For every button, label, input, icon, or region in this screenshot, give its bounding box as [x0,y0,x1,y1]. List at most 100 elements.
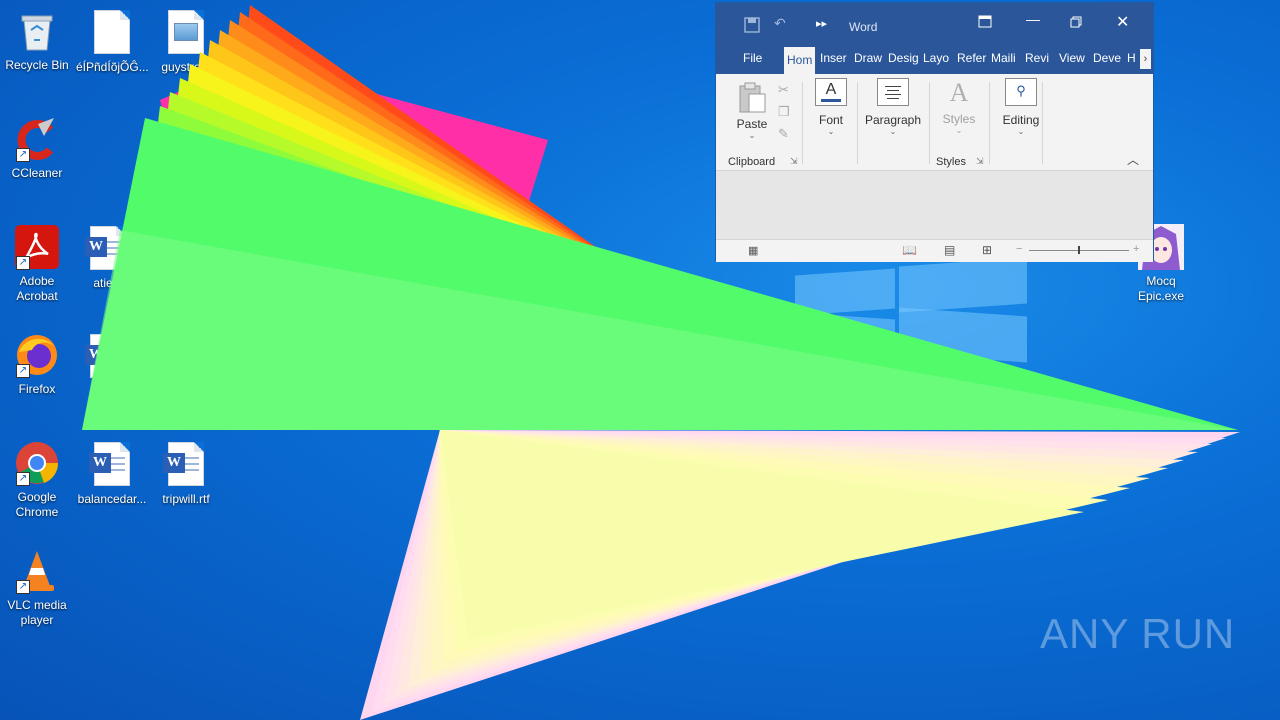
web-layout-icon[interactable]: ⊞ [982,243,992,257]
desktop-icon-word-doc[interactable]: W tripwill.rtf [150,440,222,507]
tab-home[interactable]: Hom [784,47,816,74]
search-icon: ⚲ [1005,78,1037,106]
desktop-icon-chrome[interactable]: ↗ Google Chrome [1,440,73,520]
clipboard-group-label: Clipboard [728,156,776,168]
desktop-icon-recycle-bin[interactable]: Recycle Bin [1,8,73,73]
ribbon-tabs: File Hom Inser Draw Desig Layo Refer Mai… [716,44,1153,74]
save-icon[interactable] [744,17,760,36]
tab-layout[interactable]: Layo [923,51,949,65]
desktop-icon-label: Mocq Epic.exe [1137,274,1185,303]
window-title: Word [849,20,878,34]
firefox-icon: ↗ [14,332,60,378]
zoom-slider-thumb[interactable] [1078,246,1080,254]
image-file-icon [163,10,209,56]
paste-icon [739,82,766,113]
desktop-icon-label: tripwill.rtf [162,492,210,506]
tab-help[interactable]: H [1127,51,1136,65]
desktop-icon-word-doc[interactable]: W au... [72,332,144,399]
close-button[interactable]: ✕ [1116,12,1129,32]
tab-references[interactable]: Refer [957,51,986,65]
zoom-slider[interactable] [1029,246,1129,254]
word-doc-icon: W [89,442,135,488]
paragraph-button[interactable]: Paragraph ⌄ [862,78,924,136]
tab-design[interactable]: Desig [888,51,919,65]
undo-icon[interactable]: ↶ [774,15,786,32]
word-doc-icon: W [85,334,131,380]
tab-insert[interactable]: Inser [820,51,847,65]
minimize-button[interactable]: — [1026,11,1040,27]
editing-label: Editing [1002,113,1040,127]
styles-button[interactable]: A Styles ⌄ [936,78,982,135]
ribbon-display-options-icon[interactable] [978,15,992,32]
status-bar: ▦ 📖 ▤ ⊞ − + [716,239,1153,262]
desktop-icon-label: CCleaner [11,166,63,180]
chrome-icon: ↗ [14,440,60,486]
cut-icon[interactable]: ✂ [778,82,789,98]
document-area[interactable] [716,171,1153,239]
zoom-out-icon[interactable]: − [1016,243,1022,255]
restore-button[interactable] [1070,15,1082,31]
tab-review[interactable]: Revi [1025,51,1049,65]
customize-toolbar-icon[interactable]: ▸▸ [816,17,827,30]
magenta-shard [160,60,548,260]
scroll-tabs-right-icon[interactable]: › [1140,49,1151,69]
editing-button[interactable]: ⚲ Editing ⌄ [994,78,1048,136]
paragraph-label: Paragraph [864,113,922,127]
desktop-icon-word-doc[interactable]: W balancedar... [76,440,148,507]
tab-view[interactable]: View [1059,51,1085,65]
tab-mailings[interactable]: Maili [991,51,1016,65]
group-divider [1042,82,1043,164]
group-divider [989,82,990,164]
anyrun-watermark: ANY RUN [1040,610,1236,657]
desktop-icon-acrobat[interactable]: ↗ Adobe Acrobat [1,224,73,304]
zoom-in-icon[interactable]: + [1133,243,1139,255]
paragraph-align-icon [877,78,909,106]
word-titlebar[interactable]: ↶ ▸▸ Word — ✕ [716,3,1153,44]
desktop-icon-label: Firefox [18,382,56,396]
desktop-icon-label: guystre... [161,60,211,74]
desktop-icon-label: Google Chrome [15,490,59,519]
chevron-down-icon: ⌄ [889,127,897,136]
font-button[interactable]: A Font ⌄ [808,78,854,136]
styles-group-label: Styles [936,156,966,168]
desktop-icon-firefox[interactable]: ↗ Firefox [1,332,73,397]
font-label: Font [818,113,843,127]
file-icon [89,10,135,56]
desktop-icon-image-file[interactable]: guystre... [150,8,222,75]
format-painter-icon[interactable]: ✎ [778,126,789,142]
tab-draw[interactable]: Draw [854,51,882,65]
print-layout-icon[interactable]: ▤ [944,243,955,257]
desktop-icon-label: VLC media player [7,598,67,627]
desktop-icon-label: au... [96,384,120,398]
desktop-icon-label: atie... [93,276,123,290]
styles-button-label: Styles [942,112,976,126]
desktop-icon-word-doc[interactable]: W atie... [72,224,144,291]
word-window[interactable]: ↶ ▸▸ Word — ✕ File Hom Inser Draw Desig … [715,2,1154,262]
pastel-fan [360,430,1240,720]
ccleaner-icon: ↗ [14,116,60,162]
desktop-icon-vlc[interactable]: ↗ VLC media player [1,548,73,628]
accessibility-icon[interactable]: ▦ [748,244,758,257]
chevron-down-icon: ⌄ [827,127,835,136]
paste-label: Paste [736,117,768,131]
chevron-down-icon: ⌄ [748,131,756,140]
word-doc-icon: W [163,442,209,488]
vlc-icon: ↗ [14,548,60,594]
desktop-icon-file[interactable]: éÍРñdÍõjÕĜ... [76,8,149,75]
paste-button[interactable]: Paste ⌄ [730,82,774,140]
group-divider [857,82,858,164]
collapse-ribbon-icon[interactable]: ︿ [1127,151,1139,168]
desktop-icon-label: balancedar... [77,492,147,506]
dialog-launcher-icon[interactable]: ⇲ [790,156,798,167]
read-mode-icon[interactable]: 📖 [902,243,917,257]
tab-developer[interactable]: Deve [1093,51,1121,65]
copy-icon[interactable]: ❐ [778,104,790,120]
group-divider [929,82,930,164]
tab-file[interactable]: File [743,51,762,65]
desktop-icon-label: Adobe Acrobat [16,274,58,303]
dialog-launcher-icon[interactable]: ⇲ [976,156,984,167]
font-color-icon: A [815,78,847,106]
desktop-icon-ccleaner[interactable]: ↗ CCleaner [1,116,73,181]
ribbon-home: Paste ⌄ ✂ ❐ ✎ Clipboard ⇲ A Font ⌄ Parag… [716,74,1153,171]
group-divider [802,82,803,164]
